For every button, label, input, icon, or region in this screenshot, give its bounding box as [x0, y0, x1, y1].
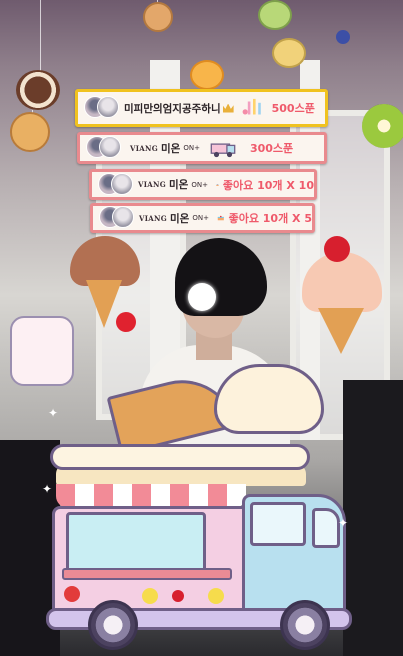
cab-window [250, 502, 306, 546]
striped-awning [56, 484, 246, 508]
cream-drip [50, 444, 310, 470]
avatar-image-secondary [99, 136, 121, 158]
rear-wheel-icon [280, 600, 330, 650]
cab-window-front [312, 508, 340, 548]
on-plus-badge: ON+ [192, 214, 209, 222]
person-hair [175, 238, 267, 316]
ice-cream-truck-gift-icon [210, 143, 236, 158]
gift-banner-4: VIANG 미온 ON+ 좋아요 10개 X 5 [90, 203, 315, 233]
gift-amount: 300스푼 [249, 142, 294, 155]
orange-slice-icon [190, 60, 224, 90]
blueberry-icon [336, 30, 350, 44]
sparkle-icon: ✦ [48, 406, 59, 420]
cherry-icon [116, 312, 136, 332]
user-avatar [98, 172, 134, 197]
nickname: 미온 [169, 179, 189, 191]
macaron-cookie-icon [16, 70, 60, 110]
sparkle-icon: ✦ [338, 516, 349, 530]
macaron-icon [258, 0, 292, 30]
jar-candy-icon [10, 316, 74, 386]
ice-cream-truck-sticker [42, 364, 362, 650]
gift-amount: 좋아요 10개 X 10 [222, 178, 314, 192]
brand-label: VIANG [139, 213, 168, 223]
nickname: 미온 [161, 142, 181, 155]
biscuit-icon [10, 112, 50, 152]
avatar-image-secondary [97, 96, 119, 118]
cookie-icon [143, 2, 173, 32]
gift-amount: 좋아요 10개 X 5 [228, 212, 312, 225]
avatar-image-secondary [112, 206, 134, 228]
gift-banner-1: 미피만의엄지공주하니 500스푼 [75, 89, 328, 127]
giant-ice-cream-scoop-icon [214, 364, 324, 434]
gift-banner-2: VIANG 미온 ON+ 300스푼 [77, 132, 327, 164]
on-plus-badge: ON+ [191, 180, 208, 189]
user-avatar [86, 136, 122, 160]
face-blur-mask [188, 283, 216, 311]
macaron-yellow-icon [272, 38, 306, 68]
brand-label: VIANG [138, 180, 167, 189]
nickname: 미온 [170, 212, 190, 225]
user-avatar [99, 206, 135, 230]
cherry-top-icon [324, 236, 350, 262]
lemon-icon [142, 588, 158, 604]
gift-banner-3: VIANG 미온 ON+ 좋아요 10개 X 10 [89, 169, 317, 200]
avatar-image-secondary [111, 172, 133, 195]
cupcake-gift-icon [242, 98, 261, 115]
cake-gift-icon [217, 215, 224, 221]
sparkle-icon: ✦ [42, 482, 53, 496]
cake-gift-icon [216, 183, 219, 186]
on-plus-badge: ON+ [183, 144, 200, 152]
crown-icon [222, 103, 234, 113]
cherries-icon [172, 590, 184, 602]
lemon-icon-2 [208, 588, 224, 604]
user-avatar [84, 96, 120, 120]
front-wheel-icon [88, 600, 138, 650]
live-stream-stage: 미피만의엄지공주하니 500스푼 VIANG 미온 ON+ 300스푼 VIAN [0, 0, 403, 656]
strawberry-icon [64, 586, 80, 602]
kiwi-slice-icon [362, 104, 403, 148]
nickname: 미피만의엄지공주하니 [124, 102, 221, 115]
brand-label: VIANG [130, 143, 159, 153]
gift-amount: 500스푼 [271, 102, 315, 115]
truck-counter [62, 568, 232, 580]
